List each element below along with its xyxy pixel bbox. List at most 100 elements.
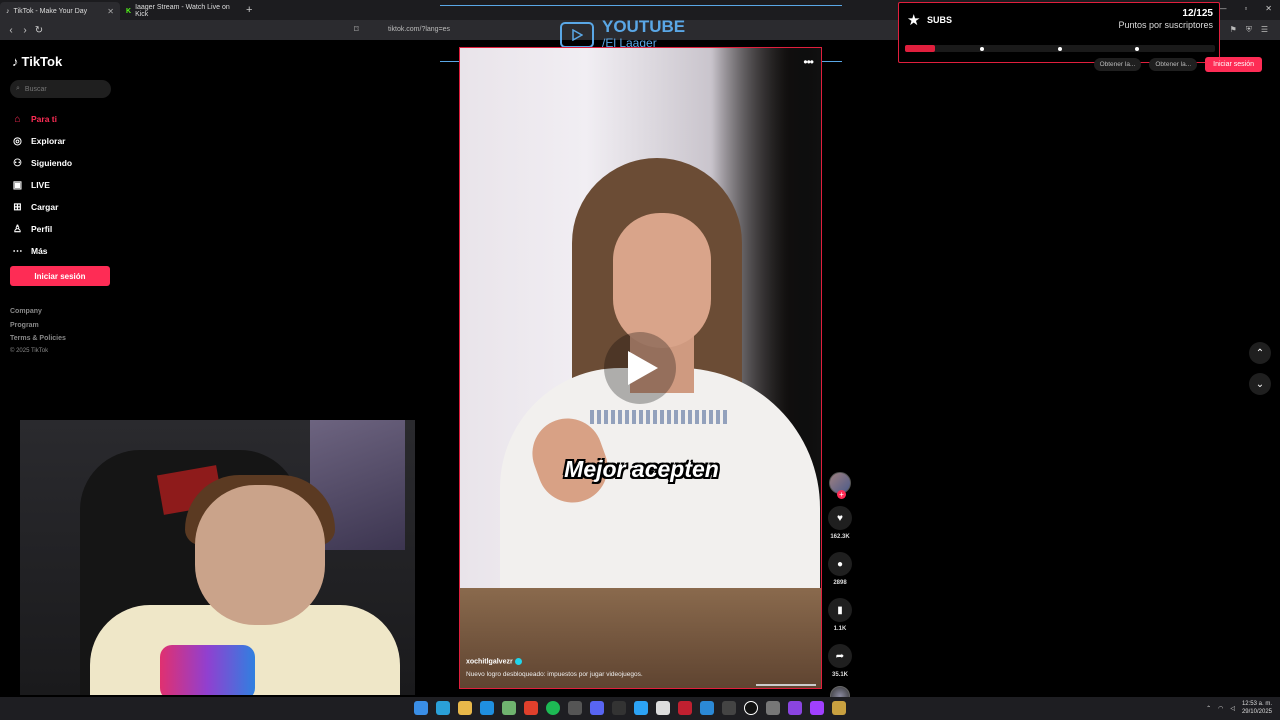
share-count: 35.1K bbox=[831, 672, 848, 678]
volume-icon[interactable]: ◁ bbox=[1230, 705, 1235, 712]
app-icon[interactable] bbox=[568, 701, 582, 715]
tiktok-favicon-icon: ♪ bbox=[6, 7, 10, 15]
app-icon[interactable] bbox=[766, 701, 780, 715]
notepad-icon[interactable] bbox=[502, 701, 516, 715]
get-app-button[interactable]: Obtener la... bbox=[1093, 58, 1142, 71]
app-icon[interactable] bbox=[700, 701, 714, 715]
back-icon[interactable]: ‹ bbox=[4, 25, 18, 36]
tab-kick[interactable]: K Iaager Stream - Watch Live on Kick bbox=[120, 2, 242, 20]
streamer-face bbox=[195, 485, 325, 625]
login-button[interactable]: Iniciar sesión bbox=[10, 266, 110, 286]
header-login-button[interactable]: Iniciar sesión bbox=[1205, 57, 1262, 72]
brave-icon[interactable] bbox=[524, 701, 538, 715]
terminal-icon[interactable] bbox=[612, 701, 626, 715]
windows-start-icon[interactable] bbox=[414, 701, 428, 715]
follow-plus-icon[interactable]: + bbox=[837, 490, 846, 499]
upload-icon: ⊞ bbox=[13, 201, 22, 213]
spotify-icon[interactable] bbox=[546, 701, 560, 715]
sidebar-item-cargar[interactable]: ⊞ Cargar bbox=[12, 196, 122, 218]
more-options-icon[interactable]: ••• bbox=[803, 55, 814, 69]
sidebar-item-explorar[interactable]: ◎ Explorar bbox=[12, 130, 122, 152]
youtube-title: YOUTUBE bbox=[602, 17, 686, 36]
search-icon: ⌕ bbox=[16, 85, 20, 92]
video-figure-face bbox=[613, 213, 711, 348]
video-progress-bar[interactable] bbox=[756, 684, 816, 686]
sidebar-item-perfil[interactable]: ♙ Perfil bbox=[12, 218, 122, 240]
like-count: 162.3K bbox=[830, 534, 850, 540]
subs-progress-bar bbox=[905, 45, 1215, 52]
tray-chevron-icon[interactable]: ⌃ bbox=[1206, 705, 1211, 712]
following-icon: ⚇ bbox=[13, 157, 22, 169]
telegram-icon[interactable] bbox=[436, 701, 450, 715]
video-player[interactable]: ••• Mejor acepten xochitlgalvezr Nuevo l… bbox=[459, 47, 822, 689]
app-icon[interactable] bbox=[656, 701, 670, 715]
clock[interactable]: 12:53 a. m. 29/10/2025 bbox=[1242, 700, 1272, 716]
close-tab-icon[interactable]: ✕ bbox=[107, 7, 114, 16]
share-icon[interactable]: ➦ bbox=[828, 644, 852, 668]
extension-icon[interactable]: ⚑ bbox=[1230, 25, 1237, 35]
next-video-chevron-down-icon[interactable]: ⌄ bbox=[1249, 373, 1271, 395]
taskbar-apps bbox=[414, 701, 846, 715]
video-caption: Mejor acepten bbox=[564, 456, 719, 482]
sidebar-nav: ⌂ Para ti ◎ Explorar ⚇ Siguiendo ▣ LIVE … bbox=[12, 108, 122, 262]
wifi-icon[interactable]: ◠ bbox=[1218, 705, 1223, 712]
maximize-icon[interactable]: ▫ bbox=[1244, 4, 1247, 13]
webcam-overlay bbox=[20, 420, 415, 695]
close-window-icon[interactable]: ✕ bbox=[1265, 4, 1272, 13]
footer-link-terms[interactable]: Terms & Policies bbox=[10, 332, 66, 346]
share-action[interactable]: ➦ 35.1K bbox=[828, 644, 852, 678]
subs-label: SUBS bbox=[927, 15, 953, 25]
star-icon: ★ bbox=[907, 12, 921, 29]
edge-icon[interactable] bbox=[480, 701, 494, 715]
sidebar-item-siguiendo[interactable]: ⚇ Siguiendo bbox=[12, 152, 122, 174]
video-author[interactable]: xochitlgalvezr bbox=[466, 658, 522, 665]
menu-icon[interactable]: ☰ bbox=[1261, 25, 1268, 35]
app-icon[interactable] bbox=[678, 701, 692, 715]
video-description: Nuevo logro desbloqueado: impuestos por … bbox=[466, 671, 643, 678]
overlay-line-top bbox=[440, 5, 842, 6]
app-icon[interactable] bbox=[832, 701, 846, 715]
verified-icon bbox=[514, 658, 522, 665]
comment-icon[interactable]: ● bbox=[828, 552, 852, 576]
browser-toolbar-icons: ⚑ ⛨ ☰ bbox=[1230, 25, 1268, 35]
profile-icon: ♙ bbox=[13, 223, 22, 235]
previous-video-chevron-up-icon[interactable]: ⌃ bbox=[1249, 342, 1271, 364]
bookmark-save-icon[interactable]: ▮ bbox=[828, 598, 852, 622]
file-explorer-icon[interactable] bbox=[458, 701, 472, 715]
header-actions: Obtener la... Obtener la... Iniciar sesi… bbox=[1093, 57, 1262, 72]
bookmark-icon[interactable]: ⌑ bbox=[354, 24, 359, 35]
search-input[interactable]: ⌕ Buscar bbox=[10, 80, 111, 98]
footer-link-program[interactable]: Program bbox=[10, 319, 66, 333]
discord-icon[interactable] bbox=[590, 701, 604, 715]
save-action[interactable]: ▮ 1.1K bbox=[828, 598, 852, 632]
obs-icon[interactable] bbox=[744, 701, 758, 715]
play-icon bbox=[628, 351, 658, 385]
creator-avatar[interactable]: + bbox=[829, 472, 851, 499]
youtube-play-icon bbox=[560, 22, 594, 48]
get-desktop-button[interactable]: Obtener la... bbox=[1149, 58, 1198, 71]
kick-favicon-icon: K bbox=[126, 7, 132, 15]
footer-link-company[interactable]: Company bbox=[10, 305, 66, 319]
sidebar-item-live[interactable]: ▣ LIVE bbox=[12, 174, 122, 196]
shield-icon[interactable]: ⛨ bbox=[1246, 25, 1252, 35]
like-action[interactable]: ♥ 162.3K bbox=[828, 506, 852, 540]
app-icon[interactable] bbox=[634, 701, 648, 715]
tiktok-logo[interactable]: ♪ TikTok bbox=[12, 54, 62, 69]
play-button[interactable] bbox=[604, 332, 676, 404]
app-icon[interactable] bbox=[810, 701, 824, 715]
sidebar-item-para-ti[interactable]: ⌂ Para ti bbox=[12, 108, 122, 130]
forward-icon[interactable]: › bbox=[18, 25, 32, 36]
tab-tiktok[interactable]: ♪ TikTok - Make Your Day ✕ bbox=[0, 2, 120, 20]
url-field[interactable]: tiktok.com/?lang=es bbox=[388, 26, 450, 33]
capcut-icon[interactable] bbox=[722, 701, 736, 715]
rgb-microphone bbox=[160, 645, 255, 695]
heart-icon[interactable]: ♥ bbox=[828, 506, 852, 530]
system-tray: ⌃ ◠ ◁ 12:53 a. m. 29/10/2025 bbox=[1206, 700, 1272, 716]
tab-title: Iaager Stream - Watch Live on Kick bbox=[135, 4, 230, 18]
reload-icon[interactable]: ↻ bbox=[32, 25, 46, 36]
sidebar-item-mas[interactable]: ⋯ Más bbox=[12, 240, 122, 262]
comment-action[interactable]: ● 2898 bbox=[828, 552, 852, 586]
new-tab-button[interactable]: + bbox=[246, 4, 252, 16]
app-icon[interactable] bbox=[788, 701, 802, 715]
tiktok-note-icon: ♪ bbox=[12, 54, 19, 69]
